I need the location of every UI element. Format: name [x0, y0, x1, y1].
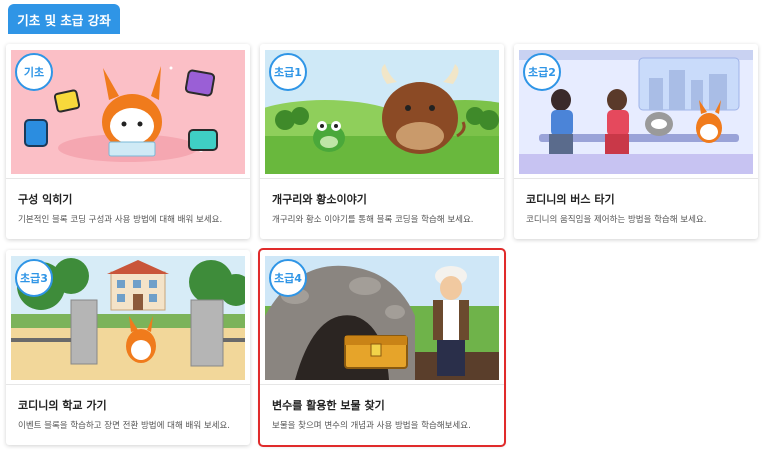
- course-title: 코디니의 학교 가기: [18, 399, 107, 412]
- course-level-badge: 초급4: [269, 259, 307, 297]
- course-description: 코디니의 움직임을 제어하는 방법을 학습해 보세요.: [526, 215, 707, 225]
- course-card-beginner-4[interactable]: 초급4 변수를 활용한 보물 찾기 보물을 찾으며 변수의 개념과 사용 방법을…: [258, 248, 506, 447]
- course-title: 개구리와 황소이야기: [272, 193, 367, 206]
- course-card-beginner-2[interactable]: 초급2 코디니의 버스 타기 코디니의 움직임을 제어하는 방법을 학습해 보세…: [514, 44, 758, 239]
- course-level-badge: 기초: [15, 53, 53, 91]
- course-card-beginner-3[interactable]: 초급3 코디니의 학교 가기 이벤트 블록을 학습하고 장면 전환 방법에 대해…: [6, 250, 250, 445]
- card-divider: [260, 178, 504, 179]
- card-divider: [260, 384, 504, 385]
- card-divider: [6, 384, 250, 385]
- course-title: 구성 익히기: [18, 193, 73, 206]
- course-title: 변수를 활용한 보물 찾기: [272, 399, 385, 412]
- course-card-basic[interactable]: 기초 구성 익히기 기본적인 블록 코딩 구성과 사용 방법에 대해 배워 보세…: [6, 44, 250, 239]
- course-card-beginner-1[interactable]: 초급1 개구리와 황소이야기 개구리와 황소 이야기를 통해 블록 코딩을 학습…: [260, 44, 504, 239]
- card-divider: [514, 178, 758, 179]
- course-description: 보물을 찾으며 변수의 개념과 사용 방법을 학습해보세요.: [272, 421, 471, 431]
- course-description: 기본적인 블록 코딩 구성과 사용 방법에 대해 배워 보세요.: [18, 215, 223, 225]
- course-description: 개구리와 황소 이야기를 통해 블록 코딩을 학습해 보세요.: [272, 215, 474, 225]
- section-tab-basic-beginner[interactable]: 기초 및 초급 강좌: [8, 4, 120, 34]
- course-title: 코디니의 버스 타기: [526, 193, 615, 206]
- course-level-badge: 초급3: [15, 259, 53, 297]
- course-level-badge: 초급1: [269, 53, 307, 91]
- course-level-badge: 초급2: [523, 53, 561, 91]
- card-divider: [6, 178, 250, 179]
- course-description: 이벤트 블록을 학습하고 장면 전환 방법에 대해 배워 보세요.: [18, 421, 230, 431]
